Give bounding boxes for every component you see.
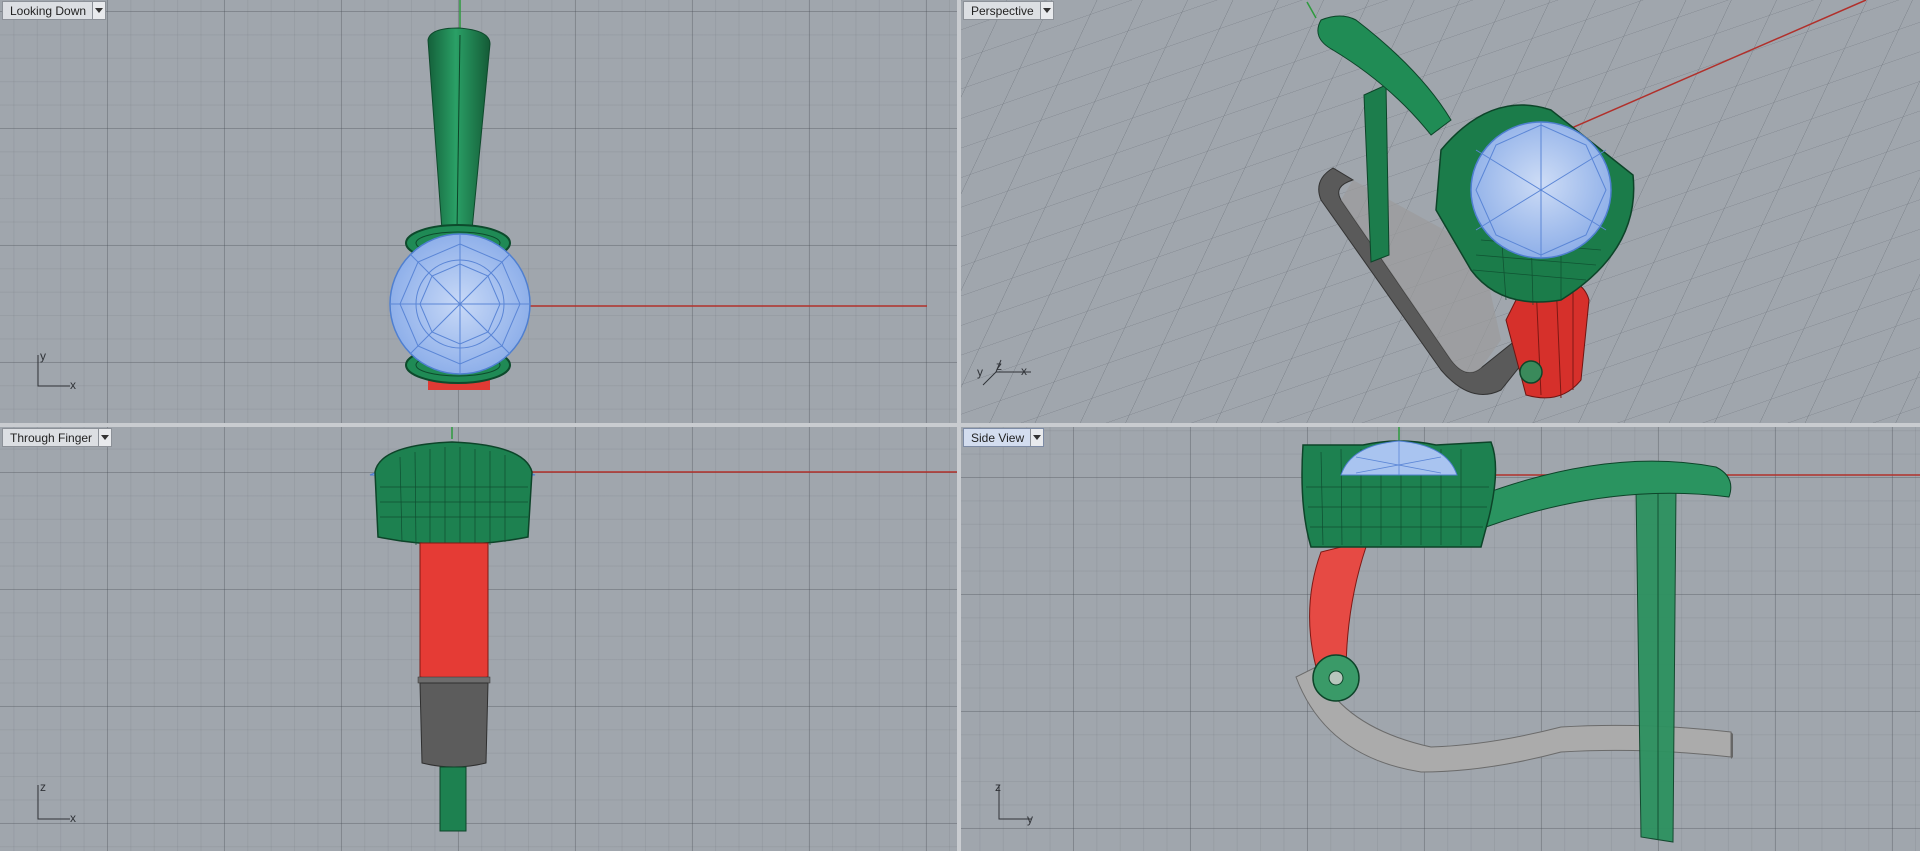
axis-x-label: x: [1021, 364, 1027, 378]
post: [439, 766, 467, 832]
axis-x-label: x: [70, 811, 76, 825]
axis-y-label: y: [977, 365, 983, 379]
post: [1635, 488, 1677, 843]
setting-cup: [374, 441, 533, 546]
hinge-pin: [1519, 360, 1543, 384]
viewport-perspective[interactable]: Perspective y z x: [961, 0, 1920, 423]
viewport-title: Looking Down: [10, 3, 87, 18]
viewport-side-view[interactable]: Side View z y: [961, 427, 1920, 851]
axis-z-label: z: [995, 780, 1001, 794]
model-perspective-view: y z x: [961, 0, 1920, 423]
arm-shape: [1480, 460, 1732, 528]
model-top-view: y x: [37, 0, 927, 392]
viewport-tab-perspective[interactable]: Perspective: [963, 1, 1054, 20]
axis-z-label: z: [40, 780, 46, 794]
axis-x-label: x: [70, 378, 76, 392]
viewport-title: Perspective: [971, 3, 1034, 18]
viewport-looking-down[interactable]: Looking Down y x: [0, 0, 957, 423]
dropdown-arrow-icon[interactable]: [92, 2, 106, 19]
hinge-pin-hole: [1328, 670, 1344, 686]
viewport-tab-looking-down[interactable]: Looking Down: [2, 1, 107, 20]
viewport-tab-side-view[interactable]: Side View: [963, 428, 1045, 447]
axis-y-label: y: [40, 349, 46, 363]
axis-y-label: y: [1027, 812, 1033, 826]
model-front-view: z x: [37, 427, 957, 832]
dropdown-arrow-icon[interactable]: [1039, 2, 1053, 19]
dropdown-arrow-icon[interactable]: [98, 429, 112, 446]
band-dark: [419, 682, 489, 768]
viewport-title: Through Finger: [10, 430, 93, 445]
viewport-title: Side View: [971, 430, 1025, 445]
viewport-through-finger[interactable]: Through Finger z x: [0, 427, 957, 851]
viewport-tab-through-finger[interactable]: Through Finger: [2, 428, 113, 447]
model-side-view: z y: [995, 427, 1920, 843]
hinge-red: [419, 542, 489, 682]
axis-z-label: z: [996, 359, 1002, 373]
dropdown-arrow-icon[interactable]: [1030, 429, 1044, 446]
